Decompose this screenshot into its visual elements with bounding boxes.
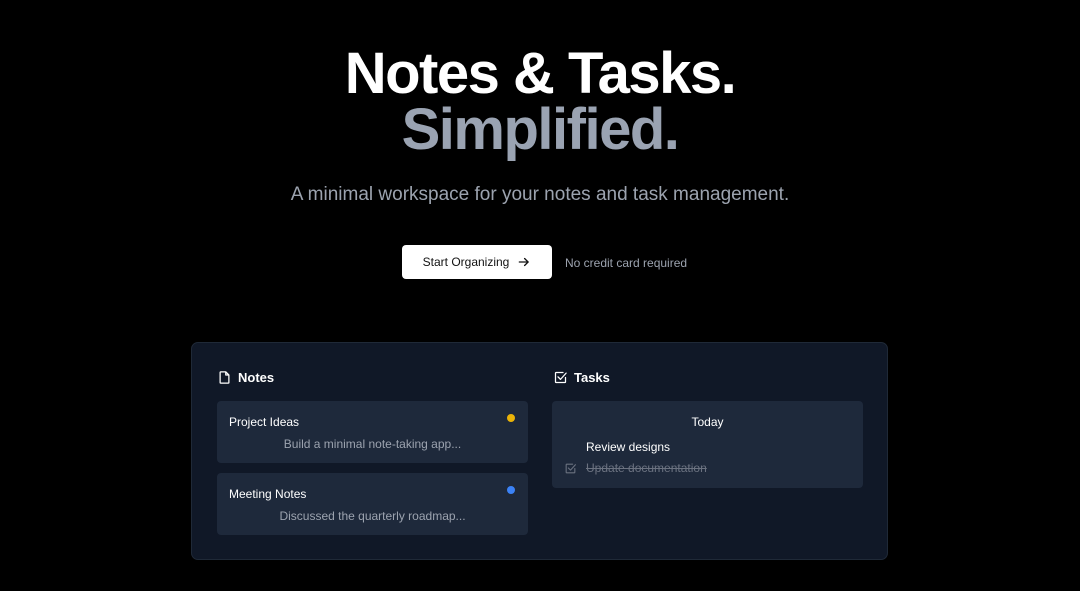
start-organizing-button[interactable]: Start Organizing (402, 245, 552, 279)
notes-heading: Notes (217, 370, 274, 385)
app-preview-panel: Notes Project Ideas Build a minimal note… (191, 342, 888, 560)
tasks-card-today: Today Review designs Update documentatio… (552, 401, 863, 488)
arrow-right-icon (519, 257, 530, 267)
notes-heading-label: Notes (238, 370, 275, 385)
note-card-meeting-notes[interactable]: Meeting Notes Discussed the quarterly ro… (217, 473, 528, 535)
note-card-project-ideas[interactable]: Project Ideas Build a minimal note-takin… (217, 401, 528, 463)
tasks-heading: Tasks (553, 370, 610, 385)
file-icon (219, 371, 230, 384)
note-title: Meeting Notes (229, 487, 307, 501)
no-credit-card-note: No credit card required (565, 256, 688, 270)
start-organizing-label: Start Organizing (422, 255, 510, 269)
task-item-review-designs[interactable]: Review designs (586, 440, 670, 454)
note-preview-text: Build a minimal note-taking app... (283, 437, 462, 451)
checkbox-icon (554, 371, 567, 384)
note-color-dot (507, 414, 515, 422)
hero-title-line1: Notes & Tasks. (344, 41, 737, 106)
task-group-label: Today (691, 415, 724, 429)
note-preview-text: Discussed the quarterly roadmap... (279, 509, 466, 523)
task-item-update-documentation[interactable]: Update documentation (564, 461, 707, 475)
note-title: Project Ideas (229, 415, 300, 429)
note-color-dot (507, 486, 515, 494)
task-label-done: Update documentation (586, 461, 707, 475)
hero-subtitle: A minimal workspace for your notes and t… (290, 184, 790, 205)
hero-title-line2: Simplified. (401, 97, 680, 162)
checked-checkbox-icon[interactable] (564, 462, 577, 475)
tasks-heading-label: Tasks (574, 370, 610, 385)
